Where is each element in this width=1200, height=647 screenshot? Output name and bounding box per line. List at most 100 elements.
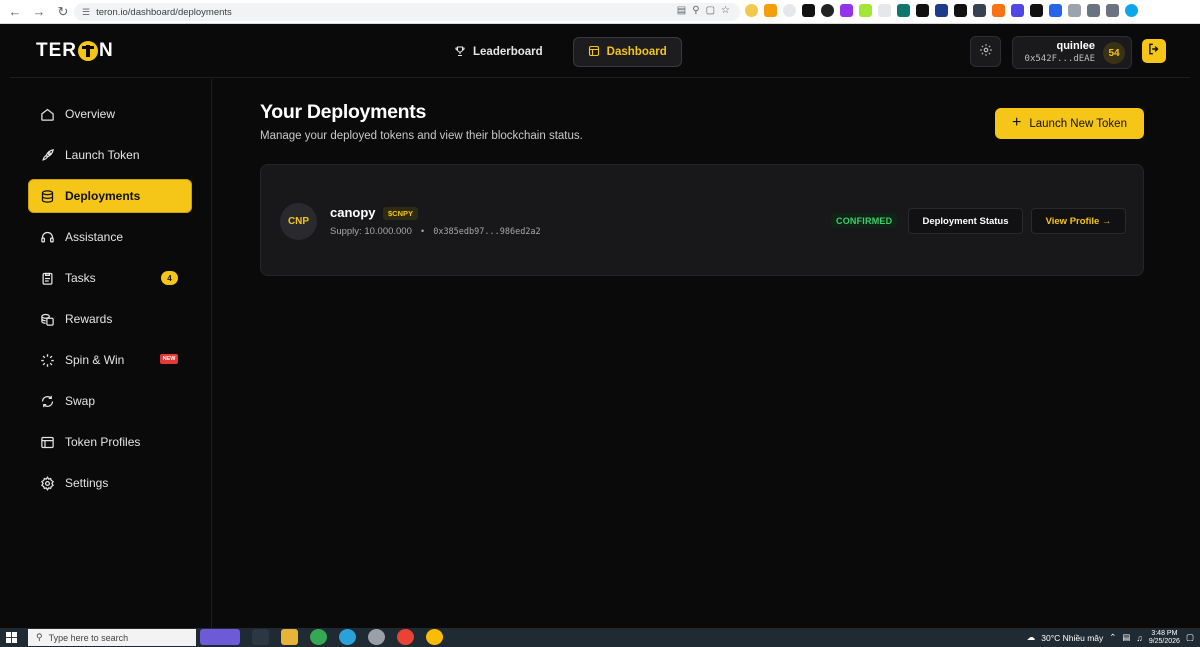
sidebar: Overview Launch Token Deployments Assist… <box>10 79 212 628</box>
notifications-icon[interactable]: ▢ <box>1186 632 1194 643</box>
extension-icon[interactable] <box>783 4 796 17</box>
menu-icon[interactable] <box>1106 4 1119 17</box>
coins-icon <box>40 312 55 327</box>
extension-icon[interactable] <box>821 4 834 17</box>
teron-logo[interactable]: TER N <box>36 40 114 62</box>
extension-icon[interactable] <box>897 4 910 17</box>
sidebar-item-rewards[interactable]: Rewards <box>28 302 192 336</box>
taskbar-search-placeholder: Type here to search <box>48 632 129 643</box>
install-icon[interactable]: ▢ <box>706 5 715 16</box>
swap-icon <box>40 394 55 409</box>
nav-leaderboard[interactable]: Leaderboard <box>440 37 557 67</box>
extension-icon[interactable] <box>1030 4 1043 17</box>
chrome-icon[interactable] <box>310 629 327 645</box>
extension-icon[interactable] <box>1011 4 1024 17</box>
taskbar-search[interactable]: ⚲ Type here to search <box>28 629 196 646</box>
dot-separator: • <box>420 226 425 237</box>
deployment-status-button[interactable]: Deployment Status <box>908 208 1023 234</box>
extension-icon[interactable] <box>935 4 948 17</box>
forward-icon[interactable]: → <box>30 3 48 21</box>
logo-mark-icon <box>78 41 98 61</box>
extension-icon[interactable] <box>840 4 853 17</box>
sidebar-item-label: Tasks <box>65 271 96 285</box>
profile-card-icon <box>40 435 55 450</box>
spinner-icon <box>40 353 55 368</box>
headset-icon <box>40 230 55 245</box>
logout-button[interactable] <box>1142 39 1166 63</box>
sidebar-item-launch-token[interactable]: Launch Token <box>28 138 192 172</box>
reload-icon[interactable]: ↻ <box>54 3 72 21</box>
sidebar-item-deployments[interactable]: Deployments <box>28 179 192 213</box>
nav-dashboard[interactable]: Dashboard <box>572 37 682 67</box>
sidebar-item-assistance[interactable]: Assistance <box>28 220 192 254</box>
taskbar: ⚲ Type here to search ☁ 30°C Nhiều mây ⌃… <box>0 628 1200 647</box>
puzzle-icon[interactable] <box>1068 4 1081 17</box>
browser-toolbar: ← → ↻ ☰ teron.io/dashboard/deployments ▤… <box>0 0 1200 24</box>
clipboard-icon <box>40 271 55 286</box>
launch-new-token-button[interactable]: + Launch New Token <box>995 108 1144 139</box>
system-tray: ☁ 30°C Nhiều mây ⌃ ▤ ♫ 3:48 PM 9/25/2026… <box>1027 628 1194 647</box>
extension-icon[interactable] <box>859 4 872 17</box>
token-name: canopy <box>330 205 376 220</box>
network-icon[interactable]: ▤ <box>1122 632 1130 643</box>
back-icon[interactable]: ← <box>6 3 24 21</box>
address-bar[interactable]: ☰ teron.io/dashboard/deployments ▤ ⚲ ▢ ☆ <box>74 3 740 21</box>
file-explorer-icon[interactable] <box>281 629 298 645</box>
user-account-button[interactable]: quinlee 0x542F...dEAE 54 <box>1012 36 1132 69</box>
sidebar-item-label: Launch Token <box>65 148 140 162</box>
widgets-icon[interactable] <box>200 629 240 645</box>
chevron-up-icon[interactable]: ⌃ <box>1109 632 1116 643</box>
sidebar-item-overview[interactable]: Overview <box>28 97 192 131</box>
weather-icon[interactable]: ☁ <box>1027 632 1036 643</box>
windows-start-icon[interactable] <box>0 628 22 647</box>
taskbar-apps <box>200 629 443 645</box>
extension-icon[interactable] <box>992 4 1005 17</box>
plus-icon: + <box>1012 113 1022 131</box>
user-name: quinlee <box>1056 40 1095 52</box>
profile-avatar-icon[interactable] <box>1125 4 1138 17</box>
header-settings-button[interactable] <box>970 36 1001 67</box>
sidebar-item-token-profiles[interactable]: Token Profiles <box>28 425 192 459</box>
rocket-icon <box>40 148 55 163</box>
clock[interactable]: 3:48 PM 9/25/2026 <box>1149 630 1180 646</box>
nav-dashboard-label: Dashboard <box>606 46 667 58</box>
sidebar-item-label: Spin & Win <box>65 353 125 367</box>
sidebar-item-settings[interactable]: Settings <box>28 466 192 500</box>
zoom-icon[interactable]: ⚲ <box>692 5 699 16</box>
extension-icon[interactable] <box>878 4 891 17</box>
telegram-icon[interactable] <box>339 629 356 645</box>
chrome-icon[interactable] <box>426 629 443 645</box>
sidebar-item-swap[interactable]: Swap <box>28 384 192 418</box>
extension-icon[interactable] <box>954 4 967 17</box>
extension-icon[interactable] <box>802 4 815 17</box>
weather-text[interactable]: 30°C Nhiều mây <box>1041 633 1103 643</box>
sidebar-item-label: Swap <box>65 394 96 408</box>
url-text: teron.io/dashboard/deployments <box>96 6 232 18</box>
sidebar-item-spin-win[interactable]: Spin & Win NEW <box>28 343 192 377</box>
sidebar-item-tasks[interactable]: Tasks 4 <box>28 261 192 295</box>
app-icon[interactable] <box>368 629 385 645</box>
extension-icon[interactable] <box>916 4 929 17</box>
extension-icon[interactable] <box>973 4 986 17</box>
extension-icon[interactable] <box>745 4 758 17</box>
clock-time: 3:48 PM <box>1151 629 1178 637</box>
search-icon: ⚲ <box>36 632 43 642</box>
volume-icon[interactable]: ♫ <box>1136 633 1142 643</box>
view-profile-button[interactable]: View Profile → <box>1031 208 1126 234</box>
wallet-address: 0x542F...dEAE <box>1024 54 1095 64</box>
task-view-icon[interactable] <box>252 629 269 645</box>
site-info-icon[interactable]: ☰ <box>82 7 90 18</box>
tasks-count-badge: 4 <box>161 271 178 285</box>
launch-new-token-label: Launch New Token <box>1029 117 1127 130</box>
sidebar-item-label: Rewards <box>65 312 113 326</box>
gear-icon <box>979 43 993 60</box>
extension-icon[interactable] <box>1049 4 1062 17</box>
logout-icon <box>1147 42 1161 61</box>
chrome-icon[interactable] <box>397 629 414 645</box>
sidebar-panel-icon[interactable] <box>1087 4 1100 17</box>
translate-icon[interactable]: ▤ <box>677 5 686 16</box>
token-avatar: CNP <box>280 203 317 240</box>
bookmark-star-icon[interactable]: ☆ <box>721 5 730 16</box>
extension-icon[interactable] <box>764 4 777 17</box>
sidebar-item-label: Settings <box>65 476 109 490</box>
